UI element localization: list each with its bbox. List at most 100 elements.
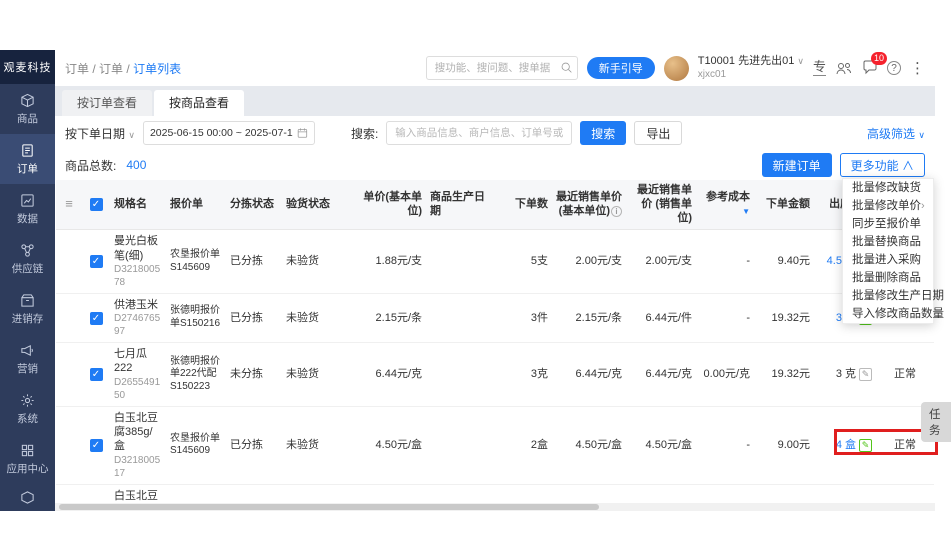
menu-item-batch-prod-date[interactable]: 批量修改生产日期 bbox=[843, 287, 933, 305]
sidebar-item-system[interactable]: 系统 bbox=[0, 384, 55, 434]
search-button[interactable]: 搜索 bbox=[580, 121, 626, 145]
col-order-qty: 下单数 bbox=[496, 180, 552, 230]
cell-ref-cost: 0.00元/克 bbox=[696, 343, 754, 407]
date-range-input[interactable] bbox=[150, 127, 293, 139]
global-search-input[interactable] bbox=[426, 56, 578, 80]
cell-spec-name: 七月瓜222D265549150 bbox=[110, 343, 166, 407]
cell-spec-name: 供港玉米D274676597 bbox=[110, 293, 166, 342]
main-area: 订单 / 订单 / 订单列表 新手引导 T10001 先进先出01 ∨ xjxc… bbox=[55, 50, 935, 511]
col-check-status: 验货状态 bbox=[282, 180, 346, 230]
cell-order-amount: 19.32元 bbox=[754, 293, 814, 342]
user-info[interactable]: T10001 先进先出01 ∨ xjxc01 bbox=[698, 55, 804, 80]
avatar[interactable] bbox=[664, 56, 689, 81]
people-icon bbox=[835, 61, 853, 75]
sidebar: 观麦科技 商品 订单 数据 供应链 进销存 营销 系统 bbox=[0, 50, 55, 511]
table-row: ✓ 白玉北豆腐385g/盒D321800517 农垦报价单 S145609 已分… bbox=[56, 406, 934, 484]
cell-ref-cost: - bbox=[696, 406, 754, 484]
chart-icon bbox=[20, 193, 35, 208]
edit-outbound-icon[interactable]: ✎ bbox=[859, 439, 872, 452]
sidebar-item-label: 营销 bbox=[17, 361, 38, 376]
col-recent-sale-price: 最近销售单价 (销售单位) bbox=[626, 180, 696, 230]
content-panel: 按下单日期 ∨ 搜索: 搜索 导出 高级筛选 ∨ 商品总数: bbox=[55, 116, 935, 511]
more-functions-label: 更多功能 bbox=[851, 159, 899, 173]
sidebar-item-orders[interactable]: 订单 bbox=[0, 134, 55, 184]
cell-check-status: 未验货 bbox=[282, 484, 346, 503]
cell-recent-sale-price: 4.50元/盒 bbox=[626, 406, 696, 484]
cell-recent-sale-price: 6.44元/件 bbox=[626, 293, 696, 342]
col-sort-status: 分拣状态 bbox=[226, 180, 282, 230]
cell-order-amount: 19.32元 bbox=[754, 343, 814, 407]
more-functions-button[interactable]: 更多功能 ∧ bbox=[840, 153, 925, 177]
cell-unit-price: 4.50元/盒 bbox=[346, 484, 426, 503]
breadcrumb-current: 订单列表 bbox=[133, 62, 181, 76]
cell-unit-price: 1.88元/支 bbox=[346, 230, 426, 294]
sidebar-item-label: 系统 bbox=[17, 411, 38, 426]
cell-quote: 张德明报价单S150216 bbox=[166, 293, 226, 342]
cell-ref-cost: - bbox=[696, 484, 754, 503]
horizontal-scrollbar[interactable] bbox=[55, 503, 935, 511]
check-icon: ✓ bbox=[92, 313, 100, 324]
order-list-icon bbox=[20, 143, 35, 158]
row-checkbox[interactable]: ✓ bbox=[90, 255, 103, 268]
row-checkbox[interactable]: ✓ bbox=[90, 368, 103, 381]
sidebar-item-app-center[interactable]: 应用中心 bbox=[0, 434, 55, 484]
sidebar-item-inventory[interactable]: 进销存 bbox=[0, 284, 55, 334]
newbie-guide-button[interactable]: 新手引导 bbox=[587, 57, 655, 79]
sidebar-item-label: 应用中心 bbox=[7, 461, 49, 476]
advanced-filter-button[interactable]: 高级筛选 ∨ bbox=[867, 125, 925, 142]
contacts-button[interactable] bbox=[835, 61, 853, 75]
cell-spec-name: 白玉北豆腐385g/盒D321800517 bbox=[110, 484, 166, 503]
info-icon[interactable]: i bbox=[611, 206, 622, 217]
sidebar-item-products[interactable]: 商品 bbox=[0, 84, 55, 134]
menu-item-import-qty[interactable]: 导入修改商品数量 bbox=[843, 305, 933, 323]
breadcrumb-module[interactable]: 订单 bbox=[65, 62, 89, 76]
menu-item-batch-price[interactable]: 批量修改单价› bbox=[843, 197, 933, 215]
cell-sort-status: 未分拣 bbox=[226, 343, 282, 407]
tab-order-view[interactable]: 按订单查看 bbox=[62, 90, 152, 116]
menu-item-batch-stockout[interactable]: 批量修改缺货 bbox=[843, 179, 933, 197]
scrollbar-thumb[interactable] bbox=[59, 504, 599, 510]
sidebar-item-bottom[interactable] bbox=[0, 484, 55, 511]
new-order-button[interactable]: 新建订单 bbox=[762, 153, 832, 177]
row-checkbox[interactable]: ✓ bbox=[90, 439, 103, 452]
sidebar-item-data[interactable]: 数据 bbox=[0, 184, 55, 234]
search-icon[interactable] bbox=[560, 61, 573, 74]
topbar: 订单 / 订单 / 订单列表 新手引导 T10001 先进先出01 ∨ xjxc… bbox=[55, 50, 935, 86]
cell-sort-status: 已分拣 bbox=[226, 484, 282, 503]
summary-row: 商品总数: 400 新建订单 更多功能 ∧ bbox=[55, 150, 935, 180]
chevron-down-icon: ∨ bbox=[797, 56, 804, 66]
date-type-select[interactable]: 按下单日期 ∨ bbox=[65, 125, 135, 142]
chevron-down-icon: ∨ bbox=[128, 130, 135, 140]
check-icon: ✓ bbox=[92, 256, 100, 267]
breadcrumb-section[interactable]: 订单 bbox=[99, 62, 123, 76]
row-checkbox[interactable]: ✓ bbox=[90, 312, 103, 325]
date-range-picker[interactable] bbox=[143, 121, 315, 145]
export-button[interactable]: 导出 bbox=[634, 121, 682, 145]
menu-item-batch-replace[interactable]: 批量替换商品 bbox=[843, 233, 933, 251]
menu-item-batch-delete[interactable]: 批量删除商品 bbox=[843, 269, 933, 287]
language-icon[interactable]: 专 bbox=[813, 60, 826, 75]
search-input[interactable] bbox=[386, 121, 572, 145]
menu-item-sync-quote[interactable]: 同步至报价单 bbox=[843, 215, 933, 233]
messages-button[interactable]: 10 bbox=[862, 59, 878, 78]
task-side-tab[interactable]: 任务 bbox=[921, 402, 951, 442]
cell-order-amount: 9.00元 bbox=[754, 406, 814, 484]
drag-handle-icon[interactable]: ≡ bbox=[65, 196, 73, 211]
cell-order-qty: 3克 bbox=[496, 343, 552, 407]
menu-item-batch-purchase[interactable]: 批量进入采购 bbox=[843, 251, 933, 269]
user-account: xjxc01 bbox=[698, 69, 804, 81]
tab-product-view[interactable]: 按商品查看 bbox=[154, 90, 244, 116]
app-window: 观麦科技 商品 订单 数据 供应链 进销存 营销 系统 bbox=[0, 50, 935, 511]
sidebar-item-marketing[interactable]: 营销 bbox=[0, 334, 55, 384]
more-options-icon[interactable]: ⋮ bbox=[910, 59, 925, 77]
package-icon bbox=[20, 490, 35, 505]
help-button[interactable]: ? bbox=[887, 61, 901, 75]
sidebar-item-supply-chain[interactable]: 供应链 bbox=[0, 234, 55, 284]
table-row: ✓ 白玉北豆腐385g/盒D321800517 农垦报价单 S145609 已分… bbox=[56, 484, 934, 503]
edit-outbound-icon[interactable]: ✎ bbox=[859, 368, 872, 381]
filter-icon[interactable]: ▼ bbox=[742, 207, 750, 216]
select-all-checkbox[interactable]: ✓ bbox=[90, 198, 103, 211]
cell-recent-base-price: 2.15元/条 bbox=[552, 293, 626, 342]
cell-row-status: 正常 bbox=[876, 343, 934, 407]
total-count-value: 400 bbox=[126, 158, 146, 172]
